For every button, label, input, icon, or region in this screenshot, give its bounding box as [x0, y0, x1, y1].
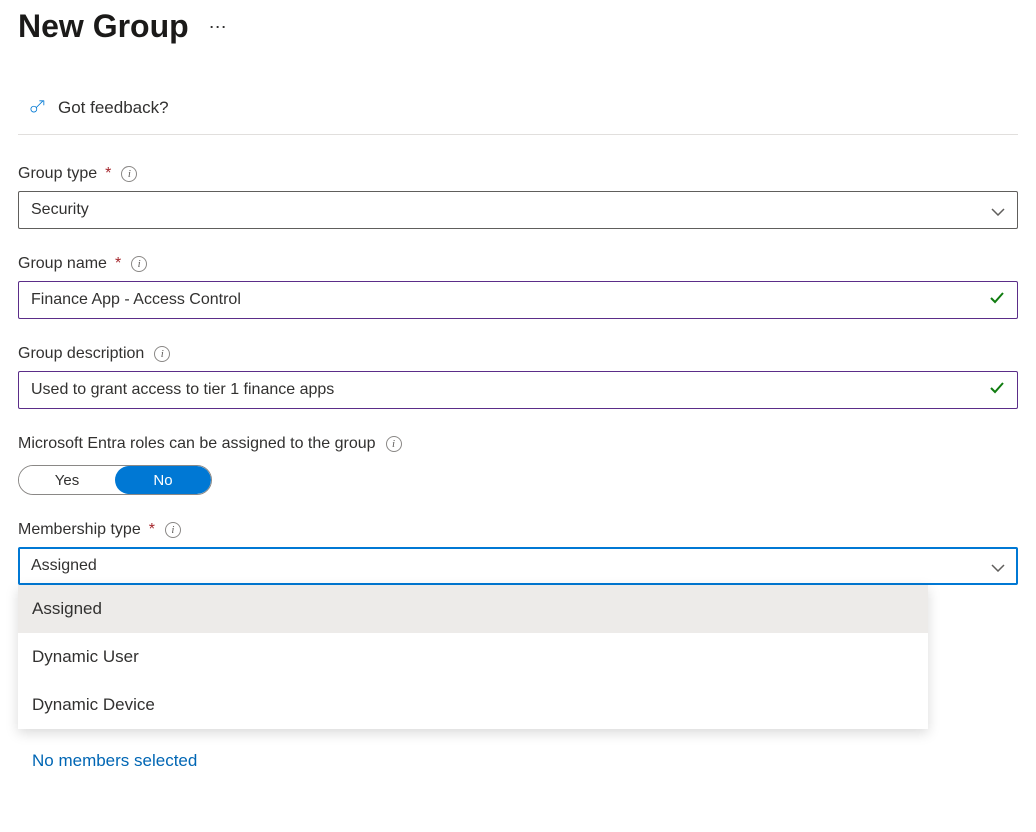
required-marker: *	[115, 255, 121, 273]
group-description-value: Used to grant access to tier 1 finance a…	[31, 381, 334, 399]
info-icon[interactable]: i	[165, 522, 181, 538]
feedback-bar[interactable]: Got feedback?	[18, 77, 1018, 135]
roles-assignable-toggle[interactable]: Yes No	[18, 465, 212, 495]
group-name-label: Group name	[18, 255, 107, 273]
group-description-input[interactable]: Used to grant access to tier 1 finance a…	[18, 371, 1018, 409]
feedback-icon	[28, 95, 48, 120]
group-type-label: Group type	[18, 165, 97, 183]
roles-assignable-label: Microsoft Entra roles can be assigned to…	[18, 435, 376, 453]
dropdown-option-dynamic-user[interactable]: Dynamic User	[18, 633, 928, 681]
info-icon[interactable]: i	[154, 346, 170, 362]
membership-type-label: Membership type	[18, 521, 141, 539]
group-type-value: Security	[31, 201, 89, 219]
info-icon[interactable]: i	[121, 166, 137, 182]
dropdown-option-dynamic-device[interactable]: Dynamic Device	[18, 681, 928, 729]
checkmark-icon	[989, 290, 1005, 311]
group-name-value: Finance App - Access Control	[31, 291, 241, 309]
info-icon[interactable]: i	[386, 436, 402, 452]
membership-type-select[interactable]: Assigned	[18, 547, 1018, 585]
feedback-label: Got feedback?	[58, 98, 169, 118]
members-link[interactable]: No members selected	[32, 751, 1018, 771]
info-icon[interactable]: i	[131, 256, 147, 272]
group-type-select[interactable]: Security	[18, 191, 1018, 229]
chevron-down-icon	[991, 203, 1005, 217]
group-description-label: Group description	[18, 345, 144, 363]
membership-type-value: Assigned	[31, 557, 97, 575]
required-marker: *	[105, 165, 111, 183]
membership-type-dropdown: Assigned Dynamic User Dynamic Device	[18, 585, 928, 729]
more-menu-icon[interactable]: ⋯	[205, 14, 233, 40]
required-marker: *	[149, 521, 155, 539]
toggle-yes[interactable]: Yes	[19, 466, 115, 494]
dropdown-option-assigned[interactable]: Assigned	[18, 585, 928, 633]
toggle-no[interactable]: No	[115, 466, 211, 494]
group-name-input[interactable]: Finance App - Access Control	[18, 281, 1018, 319]
page-title: New Group	[18, 8, 189, 45]
checkmark-icon	[989, 380, 1005, 401]
chevron-down-icon	[991, 559, 1005, 573]
